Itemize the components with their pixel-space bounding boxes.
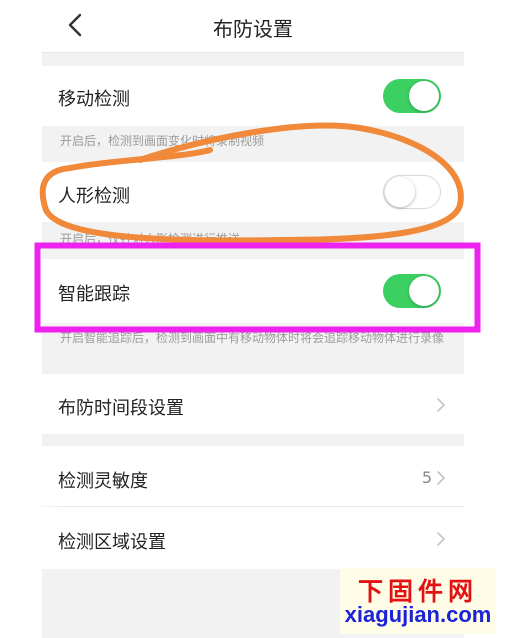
detection-area-label: 检测区域设置 [58,532,166,553]
sensitivity-value: 5 [421,468,432,487]
motion-detection-label: 移动检测 [58,89,130,110]
watermark: 下固件网 xiagujian.com [340,568,496,634]
smart-tracking-hint: 开启智能追踪后，检测到画面中有移动物体时将会追踪移动物体进行录像 [60,331,445,345]
toggle-knob [409,276,439,306]
toggle-knob [385,177,415,207]
motion-detection-hint: 开启后，检测到画面变化时将录制视频 [60,134,265,148]
human-detection-label: 人形检测 [58,186,130,207]
schedule-label: 布防时间段设置 [58,398,184,419]
chevron-right-icon [437,532,445,546]
human-detection-hint: 开启后，仅针对人形检测进行推送 [60,232,241,246]
watermark-url: xiagujian.com [344,602,492,627]
chevron-right-icon [437,398,445,412]
chevron-right-icon [437,471,445,485]
motion-detection-toggle[interactable] [383,79,441,113]
detection-area-row[interactable]: 检测区域设置 [42,507,464,569]
smart-tracking-row: 智能跟踪 [42,259,464,323]
smart-tracking-label: 智能跟踪 [58,284,130,305]
navigation-bar: 布防设置 [42,0,464,53]
human-detection-row: 人形检测 [42,162,464,222]
smart-tracking-toggle[interactable] [383,274,441,308]
page-title: 布防设置 [213,17,293,41]
sensitivity-label: 检测灵敏度 [58,471,148,492]
app-screen: 布防设置 移动检测 开启后，检测到画面变化时将录制视频 人形检测 开启后，仅针对… [42,0,464,638]
schedule-row[interactable]: 布防时间段设置 [42,374,464,434]
sensitivity-row[interactable]: 检测灵敏度 5 [42,446,464,506]
motion-detection-row: 移动检测 [42,66,464,126]
toggle-knob [409,81,439,111]
human-detection-toggle[interactable] [383,175,441,209]
